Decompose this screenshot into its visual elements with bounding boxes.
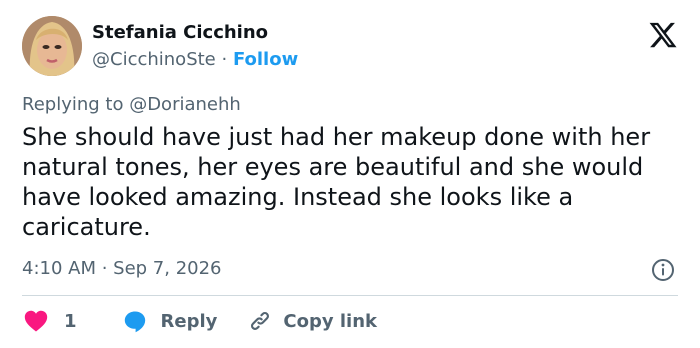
divider: [22, 295, 678, 296]
heart-icon: [24, 310, 48, 332]
display-name[interactable]: Stefania Cicchino: [92, 22, 298, 44]
action-bar: 1 Reply Copy link: [24, 307, 377, 335]
timestamp[interactable]: 4:10 AM · Sep 7, 2026: [22, 258, 222, 280]
tweet-header: Stefania Cicchino @CicchinoSte · Follow: [22, 16, 680, 78]
avatar-image: [22, 16, 82, 76]
separator: ·: [221, 49, 228, 70]
copy-link-label: Copy link: [283, 310, 377, 332]
author-info: Stefania Cicchino @CicchinoSte · Follow: [92, 22, 298, 72]
reply-label: Reply: [160, 310, 218, 332]
avatar[interactable]: [22, 16, 82, 76]
handle[interactable]: @CicchinoSte: [92, 49, 216, 70]
x-logo-icon[interactable]: [648, 20, 678, 50]
handle-row: @CicchinoSte · Follow: [92, 48, 298, 72]
reply-button[interactable]: Reply: [123, 309, 218, 333]
like-button[interactable]: 1: [24, 310, 77, 332]
tweet-text: She should have just had her makeup done…: [22, 123, 651, 241]
speech-bubble-icon: [124, 311, 145, 333]
replying-to: Replying to @Dorianehh: [22, 94, 241, 115]
follow-button[interactable]: Follow: [233, 49, 298, 70]
copy-link-button[interactable]: Copy link: [247, 308, 377, 334]
info-icon[interactable]: [651, 258, 675, 282]
like-count: 1: [64, 310, 77, 332]
link-icon: [251, 311, 270, 331]
